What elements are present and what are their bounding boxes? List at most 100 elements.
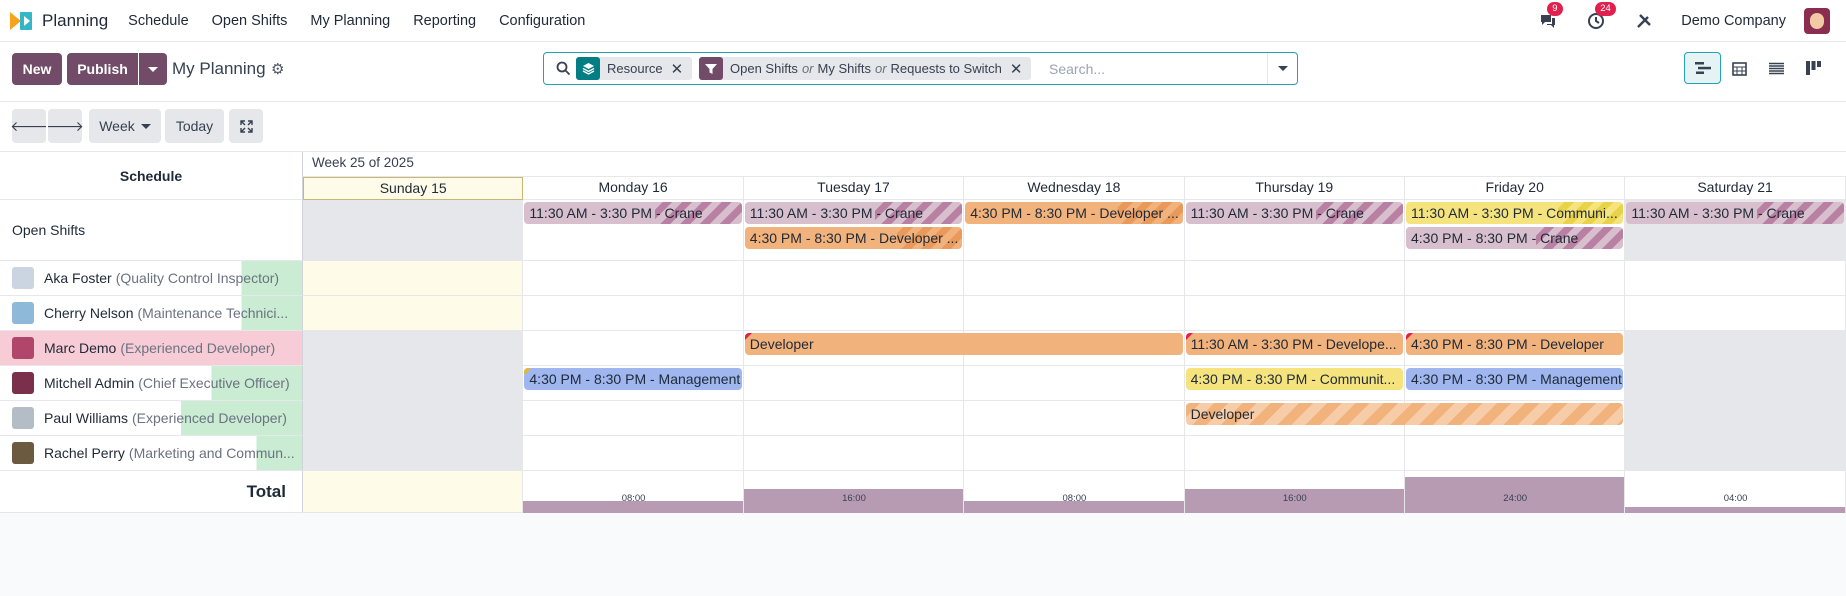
gantt-cell[interactable]: [743, 296, 965, 331]
app-name[interactable]: Planning: [42, 11, 108, 31]
close-icon[interactable]: ✕: [671, 60, 693, 78]
company-switcher[interactable]: Demo Company: [1681, 13, 1786, 29]
close-icon[interactable]: ✕: [1010, 60, 1032, 78]
expand-icon: [239, 119, 253, 133]
shift-pill[interactable]: 4:30 PM - 8:30 PM - Developer: [1406, 333, 1624, 355]
arrow-right-icon: 🡒: [46, 117, 84, 134]
day-header: Sunday 15: [303, 177, 524, 200]
shift-pill[interactable]: 4:30 PM - 8:30 PM - Developer ...: [965, 202, 1183, 224]
list-view-button[interactable]: [1758, 52, 1795, 84]
gantt-cell[interactable]: [1625, 261, 1846, 296]
shift-pill[interactable]: 4:30 PM - 8:30 PM - Communit...: [1185, 368, 1403, 390]
menu-reporting[interactable]: Reporting: [413, 13, 476, 29]
total-hours-label: 24:00: [1503, 493, 1528, 504]
new-button[interactable]: New: [12, 53, 62, 85]
gantt-cell[interactable]: [303, 331, 524, 366]
view-switcher: [1684, 52, 1832, 84]
next-button[interactable]: 🡒: [46, 109, 84, 143]
menu-open-shifts[interactable]: Open Shifts: [212, 13, 288, 29]
menu-my-planning[interactable]: My Planning: [310, 13, 390, 29]
shift-pill[interactable]: 11:30 AM - 3:30 PM - Develope...: [1185, 333, 1403, 355]
gantt-cell[interactable]: [743, 261, 965, 296]
activities-badge: 24: [1595, 2, 1616, 16]
search-options-toggle[interactable]: [1267, 53, 1297, 84]
shift-pill[interactable]: Developer: [744, 333, 1183, 355]
gantt-cell[interactable]: [1625, 296, 1846, 331]
gantt-cell[interactable]: [743, 436, 965, 471]
shift-pill[interactable]: 4:30 PM - 8:30 PM - Crane: [1406, 227, 1624, 249]
gantt-cell[interactable]: [964, 261, 1185, 296]
gantt-cell[interactable]: [1405, 261, 1626, 296]
resource-row-label: Cherry Nelson (Maintenance Technici...: [0, 296, 303, 331]
day-header: Monday 16: [523, 177, 744, 200]
gantt-cell[interactable]: [303, 436, 524, 471]
gantt-cell[interactable]: [964, 296, 1185, 331]
shift-pill[interactable]: 4:30 PM - 8:30 PM - Developer ...: [745, 227, 963, 249]
shift-pill[interactable]: 11:30 AM - 3:30 PM - Communi...: [1406, 202, 1624, 224]
total-hours-label: 04:00: [1723, 493, 1748, 504]
activities-icon[interactable]: 24: [1585, 2, 1616, 32]
messages-icon[interactable]: 9: [1537, 2, 1563, 32]
gantt-cell[interactable]: [1625, 366, 1846, 401]
shift-pill[interactable]: 11:30 AM - 3:30 PM - Crane: [745, 202, 963, 224]
gantt-cell[interactable]: [303, 261, 524, 296]
expand-button[interactable]: [229, 109, 263, 143]
planning-app-icon[interactable]: [10, 11, 34, 31]
filter-part: Requests to Switch: [890, 61, 1002, 76]
gantt-view-button[interactable]: [1684, 52, 1721, 84]
publish-dropdown-button[interactable]: [139, 53, 167, 85]
user-avatar[interactable]: [1804, 8, 1830, 34]
gantt-cell[interactable]: [1184, 261, 1405, 296]
today-button[interactable]: Today: [165, 109, 224, 143]
gantt-cell[interactable]: [523, 296, 744, 331]
shift-pill[interactable]: 4:30 PM - 8:30 PM - Management: [1406, 368, 1624, 390]
search-icon: [556, 61, 571, 76]
gantt-cell[interactable]: [964, 436, 1185, 471]
gantt-cell[interactable]: [1625, 401, 1846, 436]
gantt-cell[interactable]: [523, 261, 744, 296]
schedule-header: Schedule: [0, 152, 303, 200]
gantt-cell[interactable]: [303, 401, 524, 436]
shift-pill[interactable]: 4:30 PM - 8:30 PM - Management: [524, 368, 742, 390]
gantt-cell[interactable]: [303, 200, 524, 261]
gantt-cell[interactable]: [964, 366, 1185, 401]
gantt-cell[interactable]: [523, 436, 744, 471]
avatar: [12, 302, 34, 324]
gantt-cell[interactable]: [743, 401, 965, 436]
page-title: My Planning: [172, 59, 266, 78]
messages-badge: 9: [1547, 2, 1563, 16]
shift-pill[interactable]: 11:30 AM - 3:30 PM - Crane: [1186, 202, 1403, 224]
gantt-cell[interactable]: [1184, 436, 1405, 471]
gantt-cell[interactable]: [1625, 331, 1846, 366]
gantt-cell[interactable]: [1405, 436, 1626, 471]
total-bar: [1625, 507, 1845, 513]
kanban-view-button[interactable]: [1795, 52, 1832, 84]
day-header: Tuesday 17: [743, 177, 965, 200]
scale-dropdown[interactable]: Week: [89, 109, 161, 143]
calendar-view-button[interactable]: [1721, 52, 1758, 84]
search-input[interactable]: [1049, 58, 1249, 80]
gantt-cell[interactable]: [1625, 436, 1846, 471]
gantt-cell[interactable]: [964, 401, 1185, 436]
gantt-cell[interactable]: [303, 296, 524, 331]
resource-row-label: Open Shifts: [0, 200, 303, 261]
previous-button[interactable]: 🡐: [10, 109, 48, 143]
publish-button[interactable]: Publish: [67, 53, 138, 85]
gantt-cell[interactable]: [1405, 296, 1626, 331]
menu-schedule[interactable]: Schedule: [128, 13, 188, 29]
shift-pill[interactable]: 11:30 AM - 3:30 PM - Crane: [1626, 202, 1844, 224]
shift-pill[interactable]: Developer: [1185, 403, 1624, 425]
gantt-cell[interactable]: [1184, 296, 1405, 331]
shift-pill[interactable]: 11:30 AM - 3:30 PM - Crane: [524, 202, 742, 224]
day-header: Wednesday 18: [964, 177, 1185, 200]
resource-name: Open Shifts: [12, 222, 86, 238]
gantt-cell[interactable]: [743, 366, 965, 401]
gantt-cell[interactable]: [303, 366, 524, 401]
gear-icon[interactable]: ⚙: [271, 60, 284, 78]
gantt-cell[interactable]: [523, 331, 744, 366]
resource-name: Rachel Perry: [44, 445, 125, 461]
resource-job-title: (Marketing and Commun...: [128, 445, 295, 461]
menu-configuration[interactable]: Configuration: [499, 13, 585, 29]
tools-icon[interactable]: [1633, 10, 1655, 32]
gantt-cell[interactable]: [523, 401, 744, 436]
